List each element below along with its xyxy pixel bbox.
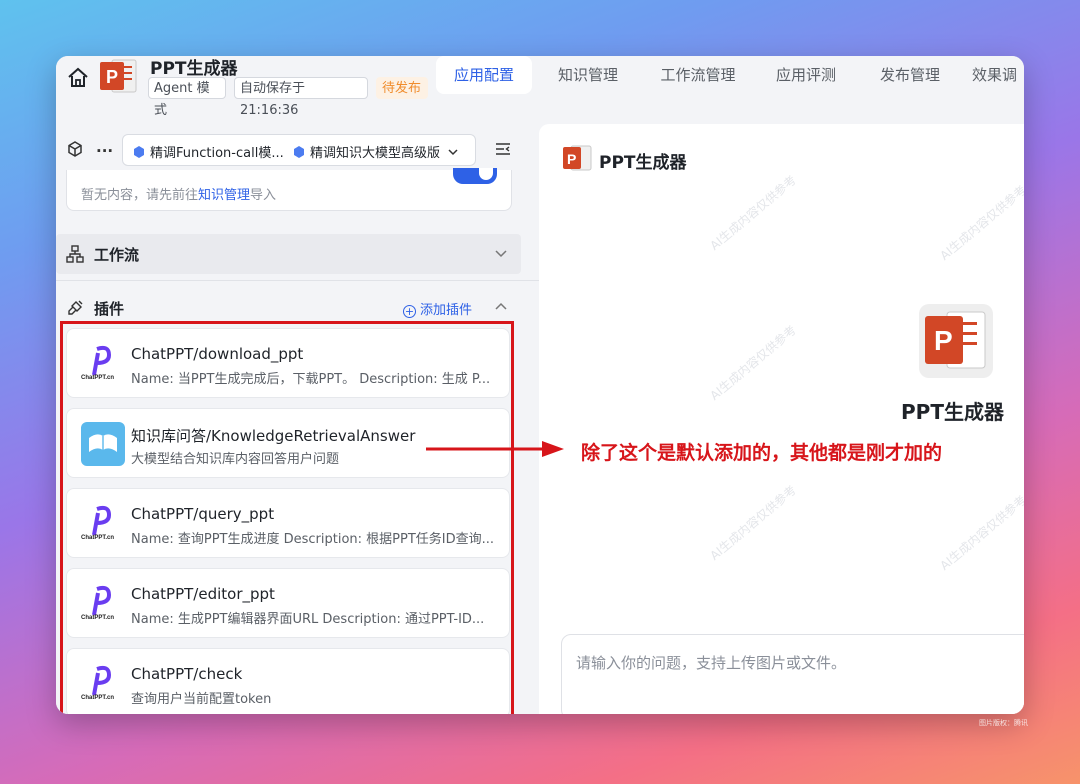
app-title: PPT生成器 bbox=[150, 59, 238, 79]
knowledge-manage-link[interactable]: 知识管理 bbox=[198, 188, 250, 203]
plugin-title: ChatPPT/check bbox=[131, 665, 243, 683]
plugin-title: 知识库问答/KnowledgeRetrievalAnswer bbox=[131, 427, 416, 445]
chevron-down-icon bbox=[448, 149, 458, 156]
app-header: P PPT生成器 Agent 模式 自动保存于 21:16:36 待发布 应用配… bbox=[56, 56, 1024, 124]
bot-name: PPT生成器 bbox=[599, 153, 687, 173]
bot-name-large: PPT生成器 bbox=[901, 400, 1004, 424]
chatppt-logo-icon: ChatPPT.cn bbox=[81, 345, 114, 381]
autosave-tag: 自动保存于 21:16:36 bbox=[234, 77, 368, 118]
model-toolbar: ... 精调Function-call模... 精调知识大模型高级版 bbox=[56, 124, 539, 174]
svg-text:ChatPPT.cn: ChatPPT.cn bbox=[81, 535, 114, 541]
add-plugin-button[interactable]: + 添加插件 bbox=[403, 299, 472, 318]
plugin-card[interactable]: ChatPPT.cn ChatPPT/query_ppt Name: 查询PPT… bbox=[66, 488, 510, 558]
workflow-section[interactable]: 工作流 bbox=[56, 234, 521, 274]
chevron-down-icon[interactable] bbox=[494, 246, 508, 260]
watermark: AI生成内容仅供参考 bbox=[937, 182, 1024, 263]
app-window: P PPT生成器 Agent 模式 自动保存于 21:16:36 待发布 应用配… bbox=[56, 56, 1024, 714]
watermark: AI生成内容仅供参考 bbox=[707, 172, 799, 253]
plugin-title: ChatPPT/query_ppt bbox=[131, 505, 275, 523]
config-panel: ... 精调Function-call模... 精调知识大模型高级版 暂无内容，… bbox=[56, 124, 539, 714]
mode-tag: Agent 模式 bbox=[148, 77, 226, 118]
plugin-title: ChatPPT/editor_ppt bbox=[131, 585, 275, 603]
plugin-section: 插件 + 添加插件 bbox=[56, 288, 521, 328]
watermark: AI生成内容仅供参考 bbox=[707, 322, 799, 403]
chat-input-box[interactable] bbox=[561, 634, 1024, 714]
tab-effect[interactable]: 效果调 bbox=[972, 56, 1024, 94]
chatppt-logo-icon: ChatPPT.cn bbox=[81, 585, 114, 621]
tab-publish[interactable]: 发布管理 bbox=[870, 56, 950, 94]
model-1-label: 精调Function-call模... bbox=[150, 146, 284, 161]
preview-panel: AI生成内容仅供参考 AI生成内容仅供参考 AI生成内容仅供参考 AI生成内容仅… bbox=[539, 124, 1024, 714]
plugin-card[interactable]: ChatPPT.cn ChatPPT/editor_ppt Name: 生成PP… bbox=[66, 568, 510, 638]
watermark: AI生成内容仅供参考 bbox=[707, 482, 799, 563]
chat-input[interactable] bbox=[574, 653, 1018, 673]
chatppt-logo-icon: ChatPPT.cn bbox=[81, 505, 114, 541]
svg-text:P: P bbox=[567, 151, 576, 167]
workflow-title: 工作流 bbox=[94, 246, 140, 264]
collapse-panel-icon[interactable] bbox=[494, 140, 512, 158]
tab-evaluation[interactable]: 应用评测 bbox=[766, 56, 846, 94]
plugin-card[interactable]: ChatPPT.cn ChatPPT/download_ppt Name: 当P… bbox=[66, 328, 510, 398]
plugin-list: ChatPPT.cn ChatPPT/download_ppt Name: 当P… bbox=[56, 324, 539, 714]
plugin-description: 查询用户当前配置token bbox=[131, 692, 272, 707]
model-option-1: 精调Function-call模... bbox=[133, 142, 284, 161]
model-select[interactable]: 精调Function-call模... 精调知识大模型高级版 bbox=[122, 134, 476, 166]
plugin-icon bbox=[68, 300, 83, 315]
chatppt-logo-icon: ChatPPT.cn bbox=[81, 665, 114, 701]
knowledge-empty-text: 暂无内容，请先前往知识管理导入 bbox=[81, 188, 277, 203]
svg-text:P: P bbox=[106, 67, 118, 87]
book-logo-icon bbox=[81, 422, 125, 466]
svg-text:ChatPPT.cn: ChatPPT.cn bbox=[81, 615, 114, 621]
home-icon[interactable] bbox=[66, 66, 90, 90]
image-credit: 图片版权：腾讯 bbox=[979, 719, 1028, 727]
chevron-up-icon[interactable] bbox=[494, 300, 508, 314]
plugin-title: 插件 bbox=[94, 300, 125, 318]
section-divider bbox=[56, 280, 539, 281]
model-2-label: 精调知识大模型高级版 bbox=[310, 146, 441, 161]
plugin-description: Name: 当PPT生成完成后，下载PPT。 Description: 生成 P… bbox=[131, 372, 491, 387]
annotation-arrow bbox=[426, 441, 564, 457]
plugin-card[interactable]: ChatPPT.cn ChatPPT/check 查询用户当前配置token bbox=[66, 648, 510, 714]
workflow-icon bbox=[66, 245, 84, 263]
svg-text:ChatPPT.cn: ChatPPT.cn bbox=[81, 695, 114, 701]
ppt-logo-icon: P bbox=[919, 304, 993, 378]
cube-icon[interactable] bbox=[66, 140, 84, 158]
tab-knowledge[interactable]: 知识管理 bbox=[548, 56, 628, 94]
more-indicator: ... bbox=[96, 138, 114, 156]
plugin-title: ChatPPT/download_ppt bbox=[131, 345, 304, 363]
watermark: AI生成内容仅供参考 bbox=[937, 492, 1024, 573]
tab-workflow[interactable]: 工作流管理 bbox=[650, 56, 746, 94]
knowledge-empty-box: 暂无内容，请先前往知识管理导入 bbox=[66, 168, 512, 211]
svg-text:P: P bbox=[934, 325, 953, 356]
plugin-description: Name: 查询PPT生成进度 Description: 根据PPT任务ID查询… bbox=[131, 532, 495, 547]
status-badge: 待发布 bbox=[376, 77, 428, 99]
svg-text:ChatPPT.cn: ChatPPT.cn bbox=[81, 375, 114, 381]
annotation-text: 除了这个是默认添加的，其他都是刚才加的 bbox=[581, 442, 943, 464]
knowledge-toggle[interactable] bbox=[453, 168, 497, 184]
plus-icon: + bbox=[403, 305, 416, 318]
ppt-logo-icon: P bbox=[563, 145, 592, 171]
ppt-logo-icon: P bbox=[100, 59, 137, 93]
plugin-description: Name: 生成PPT编辑器界面URL Description: 通过PPT-I… bbox=[131, 612, 485, 627]
tab-app-config[interactable]: 应用配置 bbox=[436, 56, 532, 94]
model-gem-icon bbox=[134, 146, 144, 158]
model-gem-icon bbox=[294, 146, 304, 158]
model-option-2: 精调知识大模型高级版 bbox=[293, 142, 458, 161]
